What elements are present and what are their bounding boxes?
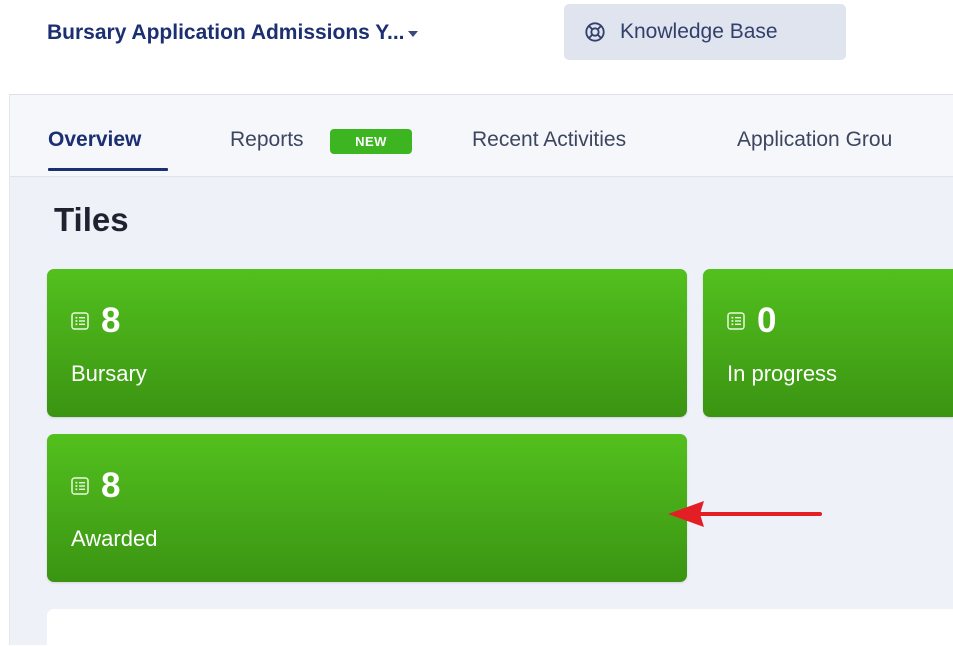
tile-label: In progress	[727, 361, 838, 386]
lifebuoy-icon	[585, 22, 605, 42]
knowledge-base-label: Knowledge Base	[620, 20, 778, 43]
tile-count: 0	[757, 301, 777, 340]
tile-header: 8	[71, 303, 120, 339]
tile-count: 8	[101, 301, 121, 340]
tile-in-progress[interactable]: 0 In progress	[703, 269, 953, 417]
main-content: Overview Reports NEW Recent Activities A…	[9, 94, 953, 646]
app-switcher-dropdown[interactable]: Bursary Application Admissions Y...	[47, 20, 419, 46]
tab-recent-activities[interactable]: Recent Activities	[472, 128, 626, 152]
caret-down-icon	[408, 31, 419, 37]
section-title: Tiles	[54, 201, 129, 238]
top-header: Bursary Application Admissions Y... Know…	[0, 0, 953, 92]
tab-application-groups[interactable]: Application Grou	[737, 128, 892, 152]
knowledge-base-button[interactable]: Knowledge Base	[564, 4, 846, 60]
list-icon	[727, 312, 745, 330]
tab-reports[interactable]: Reports	[230, 128, 304, 152]
tile-count: 8	[101, 466, 121, 505]
tile-label: Awarded	[71, 526, 158, 551]
tile-label: Bursary	[71, 361, 147, 386]
tile-header: 8	[71, 468, 120, 504]
new-badge: NEW	[330, 129, 412, 154]
tab-bar: Overview Reports NEW Recent Activities A…	[10, 95, 953, 177]
active-tab-indicator	[48, 168, 168, 171]
content-card	[47, 609, 953, 646]
list-icon	[71, 312, 89, 330]
list-icon	[71, 477, 89, 495]
tile-bursary[interactable]: 8 Bursary	[47, 269, 687, 417]
tile-header: 0	[727, 303, 776, 339]
annotation-arrow-icon	[668, 501, 822, 527]
app-title: Bursary Application Admissions Y...	[47, 21, 405, 44]
tab-overview[interactable]: Overview	[48, 128, 141, 152]
tile-awarded[interactable]: 8 Awarded	[47, 434, 687, 582]
